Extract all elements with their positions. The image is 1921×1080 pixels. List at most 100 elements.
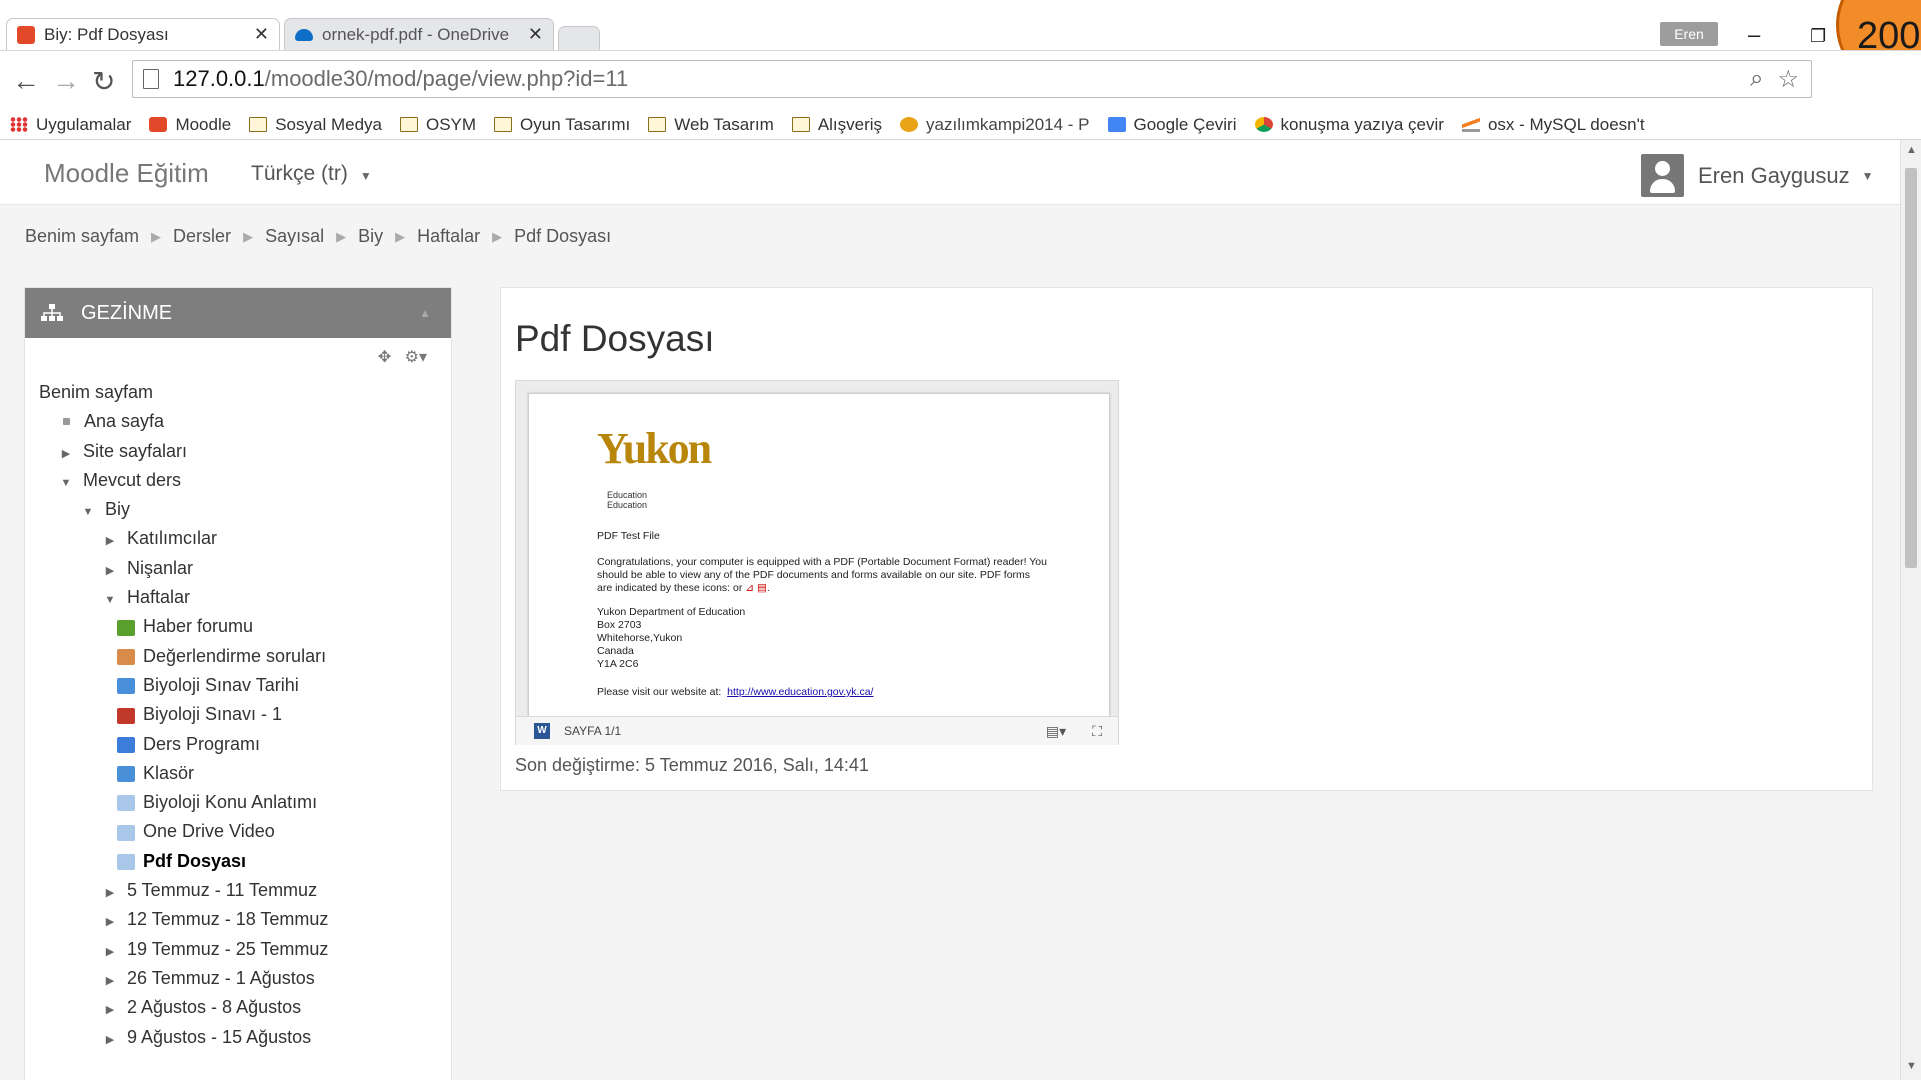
navigation-block-header[interactable]: GEZİNME ▲ (25, 288, 451, 338)
collapse-block-icon[interactable]: ▲ (419, 306, 431, 320)
pdf-viewer[interactable]: Yukon Education Education PDF Test File C… (515, 380, 1119, 745)
nav-tree-item[interactable]: ▶ 2 Ağustos - 8 Ağustos (25, 993, 451, 1022)
nav-tree-item[interactable]: ▶ 5 Temmuz - 11 Temmuz (25, 876, 451, 905)
apps-grid-icon (10, 117, 28, 132)
expand-arrow-icon[interactable]: ▶ (103, 967, 117, 996)
expand-arrow-icon[interactable]: ▶ (103, 879, 117, 908)
avatar (1641, 154, 1684, 197)
back-icon[interactable]: ← (12, 65, 40, 97)
breadcrumb-benim-sayfam[interactable]: Benim sayfam (25, 226, 139, 247)
close-tab-icon[interactable]: ✕ (528, 24, 543, 45)
bookmark-yazilimkampi[interactable]: yazılımkampi2014 - P (900, 115, 1090, 135)
expand-arrow-icon[interactable]: ▶ (103, 996, 117, 1025)
breadcrumb-dersler[interactable]: Dersler (173, 226, 231, 247)
nav-tree-label: Biyoloji Sınav Tarihi (143, 674, 299, 695)
new-tab-button[interactable] (558, 26, 600, 50)
breadcrumb-pdf-dosyasi[interactable]: Pdf Dosyası (514, 226, 611, 247)
bookmark-apps[interactable]: Uygulamalar (10, 115, 131, 135)
site-brand[interactable]: Moodle Eğitim (44, 158, 209, 189)
bookmark-folder-alisveris[interactable]: Alışveriş (791, 115, 882, 135)
collapse-arrow-icon[interactable]: ▼ (103, 586, 117, 615)
tab-biy-pdf[interactable]: Biy: Pdf Dosyası ✕ (6, 18, 280, 50)
bookmark-osx-mysql[interactable]: osx - MySQL doesn't (1461, 115, 1645, 135)
language-menu[interactable]: Türkçe (tr) ▼ (251, 162, 372, 186)
nav-tree-item[interactable]: Biyoloji Sınavı - 1 (25, 700, 451, 729)
close-tab-icon[interactable]: ✕ (254, 24, 269, 45)
reload-icon[interactable]: ↻ (92, 65, 115, 98)
url-bar[interactable]: 127.0.0.1/moodle30/mod/page/view.php?id=… (132, 60, 1812, 98)
restore-icon[interactable]: ❐ (1810, 26, 1826, 47)
breadcrumb: Benim sayfam ▶ Dersler ▶ Sayısal ▶ Biy ▶ Haf… (25, 226, 611, 247)
breadcrumb-biy[interactable]: Biy (358, 226, 383, 247)
breadcrumb-haftalar[interactable]: Haftalar (417, 226, 480, 247)
nav-tree-item[interactable]: ▼ Biy (25, 495, 451, 524)
nav-tree-item[interactable]: Biyoloji Sınav Tarihi (25, 671, 451, 700)
expand-arrow-icon[interactable]: ▶ (103, 938, 117, 967)
nav-tree-item[interactable]: ▶ 26 Temmuz - 1 Ağustos (25, 964, 451, 993)
expand-arrow-icon[interactable]: ▶ (103, 527, 117, 556)
bookmark-google-translate[interactable]: Google Çeviri (1107, 115, 1237, 135)
tab-onedrive[interactable]: ornek-pdf.pdf - OneDrive ✕ (284, 18, 554, 50)
nav-tree-label: Haftalar (127, 587, 191, 608)
collapse-arrow-icon[interactable]: ▼ (81, 498, 95, 527)
bookmark-moodle[interactable]: Moodle (149, 115, 231, 135)
scrollbar-thumb[interactable] (1905, 168, 1917, 568)
nav-tree-label: Biyoloji Konu Anlatımı (143, 792, 318, 813)
url-icon (117, 736, 135, 753)
nav-tree-item[interactable]: ▶ Nişanlar (25, 554, 451, 583)
nav-tree-item[interactable]: ▶ 9 Ağustos - 15 Ağustos (25, 1023, 451, 1052)
nav-tree-item[interactable]: ▶ Katılımcılar (25, 524, 451, 553)
bookmark-folder-sosyal-medya[interactable]: Sosyal Medya (249, 115, 382, 135)
forward-icon[interactable]: → (52, 65, 80, 97)
nav-tree-label: Biyoloji Sınavı - 1 (143, 704, 283, 725)
pdf-website-link[interactable]: http://www.education.gov.yk.ca/ (727, 686, 873, 698)
breadcrumb-sayisal[interactable]: Sayısal (265, 226, 324, 247)
zoom-icon[interactable]: ⌕ (1750, 65, 1763, 94)
bookmark-konusma[interactable]: konuşma yazıya çevir (1254, 115, 1444, 135)
move-icon[interactable]: ✥ (378, 349, 391, 366)
nav-tree-item[interactable]: ▼ Haftalar (25, 583, 451, 612)
user-menu[interactable]: Eren Gaygusuz ▼ (1641, 154, 1874, 197)
nav-tree-item[interactable]: Klasör (25, 759, 451, 788)
word-icon[interactable]: W (534, 723, 550, 739)
pdf-icon: ⊿ (745, 582, 755, 594)
minimize-icon[interactable]: – (1748, 22, 1760, 48)
expand-arrow-icon[interactable]: ▶ (103, 557, 117, 586)
address-line: Box 2703 (597, 619, 642, 631)
nav-tree-item[interactable]: Haber forumu (25, 612, 451, 641)
fullscreen-icon[interactable]: ⛶ (1092, 723, 1102, 740)
expand-arrow-icon[interactable]: ▶ (103, 908, 117, 937)
nav-tree-label: Nişanlar (127, 557, 194, 578)
page-scrollbar[interactable]: ▲ ▼ (1900, 140, 1921, 1080)
nav-tree-item[interactable]: Pdf Dosyası (25, 847, 451, 876)
gear-icon[interactable]: ⚙▾ (405, 349, 427, 366)
breadcrumb-separator-icon: ▶ (492, 228, 503, 244)
bookmarks-bar: Uygulamalar Moodle Sosyal Medya OSYM Oyu… (0, 110, 1921, 140)
nav-tree-item[interactable]: ▶ 12 Temmuz - 18 Temmuz (25, 905, 451, 934)
bookmark-folder-osym[interactable]: OSYM (399, 115, 476, 135)
nav-tree-item[interactable]: ▶ 19 Temmuz - 25 Temmuz (25, 935, 451, 964)
nav-tree-item[interactable]: Ders Programı (25, 730, 451, 759)
nav-tree-label: 9 Ağustos - 15 Ağustos (127, 1026, 312, 1047)
expand-arrow-icon[interactable]: ▶ (103, 1026, 117, 1055)
collapse-arrow-icon[interactable]: ▼ (59, 469, 73, 498)
view-options-icon[interactable]: ▤▾ (1046, 723, 1066, 740)
nav-tree-item[interactable]: Benim sayfam (25, 378, 451, 407)
nav-tree-item[interactable]: Ana sayfa (25, 407, 451, 436)
expand-arrow-icon[interactable]: ▶ (59, 440, 73, 469)
bookmark-star-icon[interactable]: ☆ (1777, 65, 1799, 94)
pdf-body-text: Congratulations, your computer is equipp… (597, 556, 1047, 594)
scroll-up-icon[interactable]: ▲ (1906, 144, 1917, 156)
address-line: Yukon Department of Education (597, 606, 746, 618)
nav-tree-item[interactable]: ▼ Mevcut ders (25, 466, 451, 495)
bookmark-folder-web[interactable]: Web Tasarım (648, 115, 774, 135)
bookmark-folder-oyun[interactable]: Oyun Tasarımı (494, 115, 630, 135)
nav-tree-item[interactable]: Değerlendirme soruları (25, 642, 451, 671)
nav-tree-item[interactable]: ▶ Site sayfaları (25, 437, 451, 466)
yukon-logo-subtitle: Education Education (607, 490, 647, 510)
profile-chip[interactable]: Eren (1660, 22, 1718, 46)
nav-tree-item[interactable]: Biyoloji Konu Anlatımı (25, 788, 451, 817)
scroll-down-icon[interactable]: ▼ (1906, 1060, 1917, 1072)
nav-tree-item[interactable]: One Drive Video (25, 817, 451, 846)
page-icon (117, 795, 135, 812)
